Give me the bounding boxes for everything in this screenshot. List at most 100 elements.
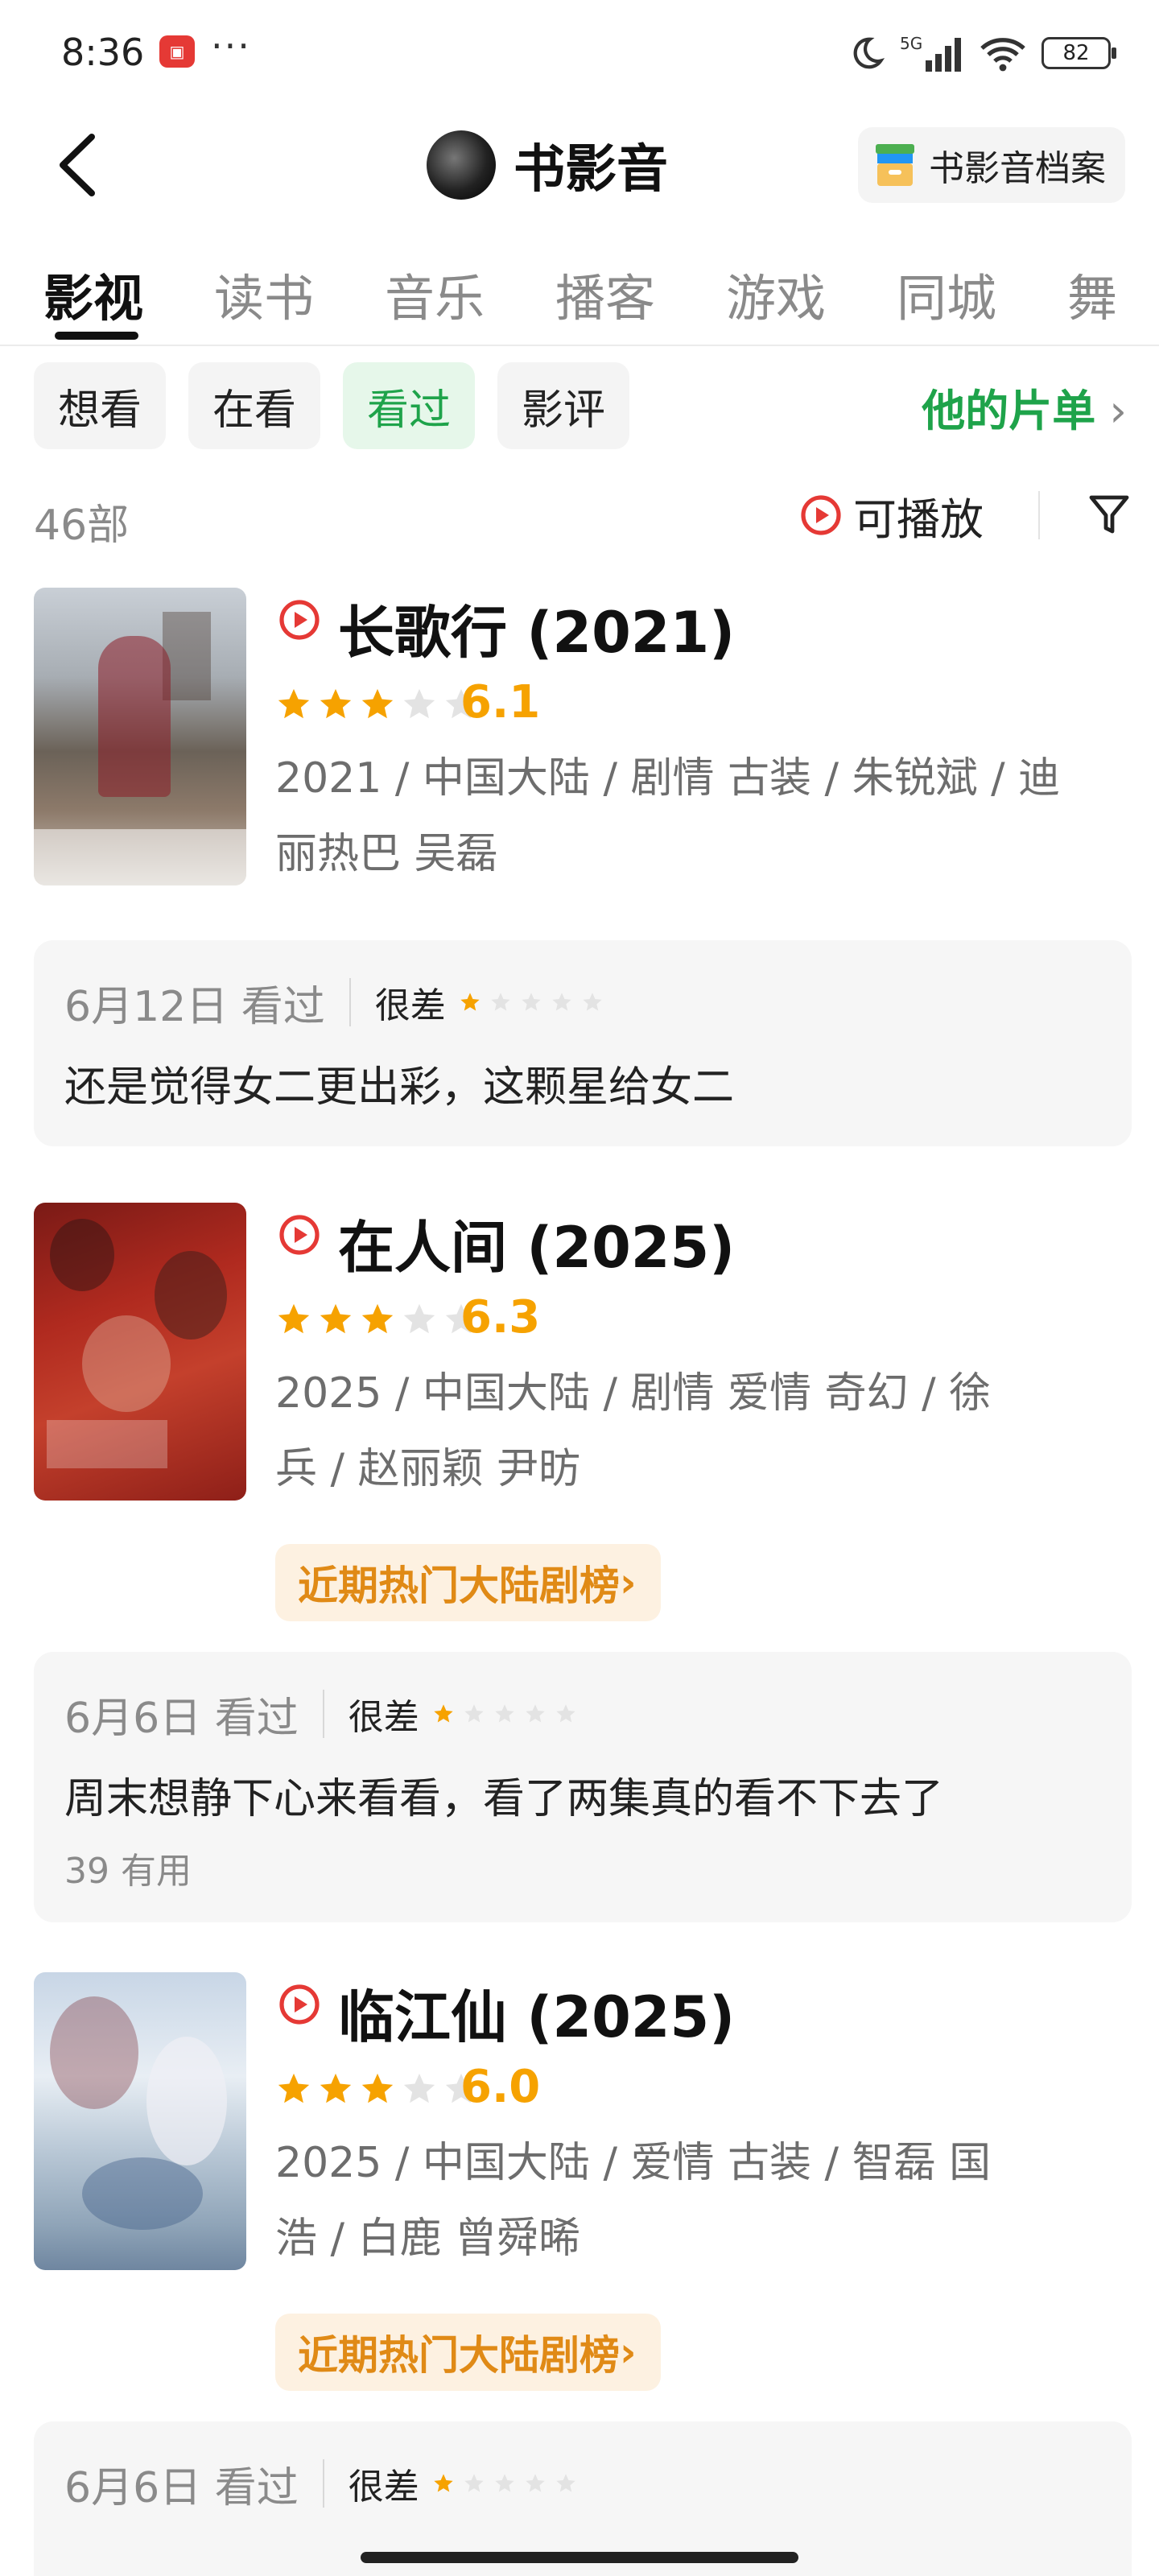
- film-meta-line: 2021 / 中国大陆 / 剧情 古装 / 朱锐斌 / 迪: [275, 754, 1061, 803]
- page-title-group: 书影音: [427, 129, 668, 201]
- user-avatar[interactable]: [427, 130, 496, 200]
- archive-label: 书影音档案: [929, 148, 1106, 189]
- playlist-link-label: 他的片单: [922, 386, 1096, 436]
- play-circle-icon: [279, 1215, 320, 1255]
- star-filled-icon: [278, 1303, 310, 1334]
- poster-image[interactable]: [34, 588, 246, 886]
- poster-figure: [155, 1251, 227, 1340]
- film-meta-line: 2025 / 中国大陆 / 剧情 爱情 奇幻 / 徐: [275, 1369, 992, 1418]
- poster-figure: [50, 1219, 114, 1291]
- archive-box-icon: [876, 144, 914, 186]
- review-card[interactable]: 6月6日 看过 很差 周末想静下心来看看，看了两集真的看不下去了 39 有用: [34, 1652, 1132, 1922]
- poster-image[interactable]: [34, 1972, 246, 2270]
- tab-games[interactable]: 游戏: [726, 258, 826, 330]
- film-meta-line: 兵 / 赵丽颖 尹昉: [275, 1445, 581, 1493]
- star-empty-icon: [464, 1704, 484, 1723]
- hot-ranking-badge[interactable]: 近期热门大陆剧榜 ›: [275, 1544, 661, 1621]
- film-score: 6.0: [460, 2061, 541, 2113]
- filter-funnel-icon[interactable]: [1088, 493, 1130, 538]
- more-notifications-icon: ···: [211, 24, 251, 68]
- chevron-right-icon: ›: [620, 1559, 637, 1606]
- star-empty-icon: [491, 993, 510, 1011]
- divider: [349, 978, 351, 1026]
- star-filled-icon: [278, 2073, 310, 2103]
- wifi-icon: [980, 38, 1025, 72]
- film-meta-line: 2025 / 中国大陆 / 爱情 古装 / 智磊 国: [275, 2139, 992, 2187]
- review-rating-label: 很差: [348, 2467, 419, 2508]
- film-entry[interactable]: 临江仙 (2025) 6.0 2025 / 中国大陆 / 爱情 古装 / 智磊 …: [0, 1972, 1159, 2391]
- star-rating: [275, 1301, 480, 1338]
- playable-filter-toggle[interactable]: 可播放: [800, 483, 984, 547]
- review-header: 6月6日 看过 很差: [64, 2455, 577, 2512]
- tab-music[interactable]: 音乐: [385, 258, 485, 330]
- film-meta: 2025 / 中国大陆 / 剧情 爱情 奇幻 / 徐 兵 / 赵丽颖 尹昉: [275, 1356, 1136, 1507]
- star-empty-icon: [464, 2474, 484, 2492]
- film-title[interactable]: 临江仙 (2025): [338, 1972, 735, 2054]
- tab-dance[interactable]: 舞: [1067, 258, 1117, 330]
- tab-local[interactable]: 同城: [897, 258, 996, 330]
- review-useful-count[interactable]: 39 有用: [64, 1842, 192, 1893]
- poster-figure: [98, 636, 171, 797]
- his-playlist-link[interactable]: 他的片单 ›: [922, 375, 1127, 439]
- review-date: 6月6日 看过: [64, 2463, 299, 2512]
- film-title[interactable]: 在人间 (2025): [338, 1203, 735, 1284]
- review-header: 6月12日 看过 很差: [64, 974, 604, 1031]
- star-filled-icon: [320, 2073, 352, 2103]
- chip-watched[interactable]: 看过: [343, 362, 476, 449]
- divider: [1038, 491, 1040, 539]
- review-star-rating: [432, 1703, 577, 1725]
- film-score: 6.1: [460, 676, 541, 729]
- review-star-rating: [459, 991, 604, 1013]
- star-filled-icon: [320, 1303, 352, 1334]
- film-title[interactable]: 长歌行 (2021): [338, 588, 735, 669]
- tab-books[interactable]: 读书: [214, 258, 314, 330]
- film-meta-line: 丽热巴 吴磊: [275, 830, 498, 878]
- status-filter-chips: 想看 在看 看过 影评: [34, 362, 630, 449]
- archive-button[interactable]: 书影音档案: [858, 127, 1125, 203]
- film-meta: 2025 / 中国大陆 / 爱情 古装 / 智磊 国 浩 / 白鹿 曾舜晞: [275, 2125, 1136, 2277]
- poster-figure: [82, 2157, 203, 2230]
- review-text: 还是觉得女二更出彩，这颗星给女二: [64, 1063, 735, 1112]
- star-empty-icon: [403, 688, 435, 719]
- active-tab-indicator: [55, 332, 138, 340]
- chip-watching[interactable]: 在看: [188, 362, 321, 449]
- play-circle-icon: [279, 600, 320, 640]
- star-empty-icon: [552, 993, 571, 1011]
- poster-figure: [82, 1315, 171, 1412]
- playable-label: 可播放: [853, 493, 984, 545]
- star-rating: [275, 2070, 480, 2107]
- hot-ranking-label: 近期热门大陆剧榜: [298, 1563, 620, 1609]
- star-filled-icon: [434, 1704, 453, 1723]
- divider: [322, 1690, 324, 1738]
- review-rating-label: 很差: [348, 1697, 419, 1738]
- hot-ranking-badge[interactable]: 近期热门大陆剧榜 ›: [275, 2314, 661, 2391]
- review-rating-label: 很差: [374, 985, 446, 1026]
- star-filled-icon: [361, 1303, 394, 1334]
- tab-movies[interactable]: 影视: [43, 258, 143, 330]
- poster-figure: [50, 1996, 138, 2109]
- poster-title-art: [47, 1420, 167, 1468]
- chevron-right-icon: ›: [620, 2329, 637, 2376]
- poster-credits: [34, 829, 246, 886]
- tab-podcast[interactable]: 播客: [555, 258, 655, 330]
- chip-reviews[interactable]: 影评: [497, 362, 630, 449]
- poster-figure: [146, 2037, 227, 2165]
- signal-5g-icon: 5G: [900, 34, 961, 72]
- review-date: 6月12日 看过: [64, 982, 325, 1031]
- review-header: 6月6日 看过 很差: [64, 1686, 577, 1743]
- film-entry[interactable]: 在人间 (2025) 6.3 2025 / 中国大陆 / 剧情 爱情 奇幻 / …: [0, 1203, 1159, 1621]
- star-empty-icon: [522, 993, 541, 1011]
- play-circle-icon: [801, 495, 841, 535]
- poster-image[interactable]: [34, 1203, 246, 1501]
- star-empty-icon: [526, 2474, 545, 2492]
- status-bar: 8:36 ▣ ··· 5G 82: [0, 0, 1159, 105]
- star-filled-icon: [434, 2474, 453, 2492]
- film-score: 6.3: [460, 1291, 541, 1344]
- review-card[interactable]: 6月12日 看过 很差 还是觉得女二更出彩，这颗星给女二: [34, 940, 1132, 1146]
- back-arrow-icon[interactable]: [50, 130, 106, 200]
- category-tabs: 影视 读书 音乐 播客 游戏 同城 舞: [0, 242, 1159, 346]
- star-empty-icon: [495, 2474, 514, 2492]
- chip-want-to-watch[interactable]: 想看: [34, 362, 167, 449]
- star-filled-icon: [361, 688, 394, 719]
- home-indicator[interactable]: [361, 2552, 798, 2563]
